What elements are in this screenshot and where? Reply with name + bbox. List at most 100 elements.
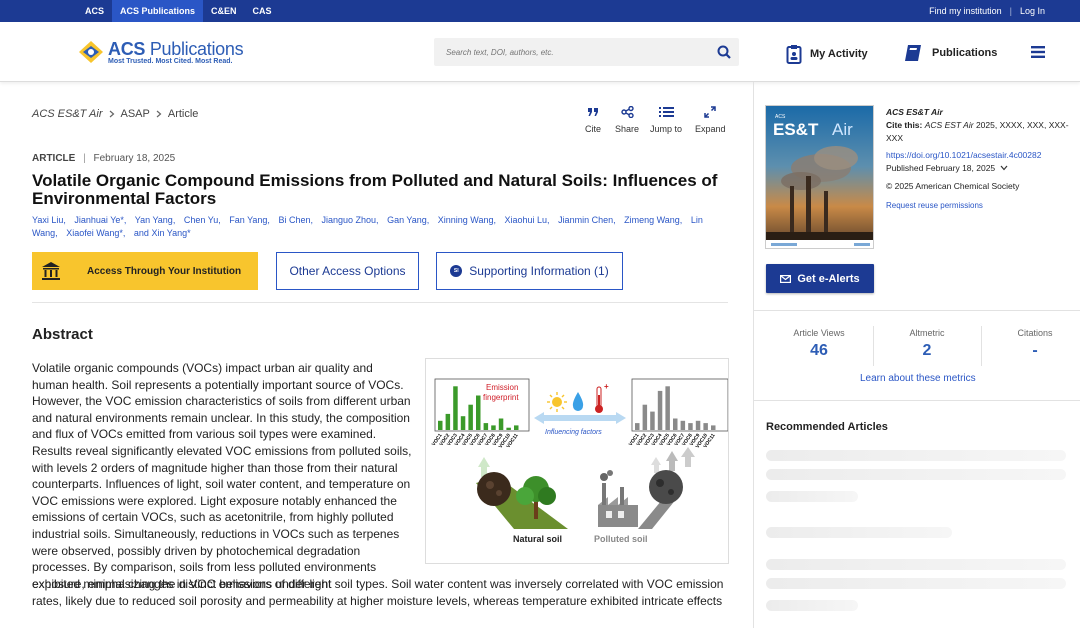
toc-bar xyxy=(438,420,443,430)
metric-value: 46 xyxy=(810,342,828,359)
natural-voc-labels: VOC1VOC2VOC3VOC4VOC5VOC6VOC7VOC8VOC9VOC1… xyxy=(431,433,520,450)
author-link[interactable]: Yaxi Liu, xyxy=(32,215,66,225)
search-input[interactable] xyxy=(434,38,704,66)
toc-bar xyxy=(673,418,678,430)
polluted-voc-labels: VOC1VOC2VOC3VOC4VOC5VOC6VOC7VOC8VOC9VOC1… xyxy=(628,433,717,450)
other-access-button[interactable]: Other Access Options xyxy=(276,252,419,290)
logo-tagline: Most Trusted. Most Cited. Most Read. xyxy=(108,57,233,65)
find-institution-link[interactable]: Find my institution xyxy=(929,6,1002,16)
breadcrumb-section[interactable]: ASAP xyxy=(121,108,150,120)
institution-icon xyxy=(42,262,60,280)
book-icon xyxy=(905,45,921,61)
loading-placeholder xyxy=(766,600,858,611)
recommended-heading: Recommended Articles xyxy=(766,421,888,433)
publications-link[interactable]: Publications xyxy=(904,44,997,62)
toc-bar xyxy=(506,427,511,430)
author-link[interactable]: Zimeng Wang, xyxy=(624,215,682,225)
author-link[interactable]: Xiaohui Lu, xyxy=(505,215,550,225)
top-link-acs-publications[interactable]: ACS Publications xyxy=(112,0,204,22)
chevron-down-icon xyxy=(1000,165,1007,171)
abstract-text-continued: exposure, emphasizing the distinct behav… xyxy=(32,577,724,608)
expand-icon xyxy=(704,106,717,118)
toc-bar xyxy=(483,423,489,430)
toc-bar xyxy=(657,390,663,430)
supporting-info-label: Supporting Information (1) xyxy=(469,264,609,278)
divider xyxy=(754,310,1080,311)
acs-publications-logo[interactable]: ACS Publications Most Trusted. Most Cite… xyxy=(77,38,244,66)
reuse-permissions-link[interactable]: Request reuse permissions xyxy=(886,201,983,210)
get-alerts-button[interactable]: Get e-Alerts xyxy=(766,264,874,293)
loading-placeholder xyxy=(766,527,952,538)
author-link[interactable]: and Xin Yang* xyxy=(134,228,191,238)
author-link[interactable]: Xiaofei Wang*, xyxy=(66,228,125,238)
journal-cover[interactable]: ACS ES&T Air xyxy=(765,105,874,249)
login-link[interactable]: Log In xyxy=(1020,6,1045,16)
divider xyxy=(754,400,1080,401)
si-badge-icon: SI xyxy=(450,265,463,277)
author-link[interactable]: Fan Yang, xyxy=(229,215,270,225)
author-link[interactable]: Jianmin Chen, xyxy=(558,215,616,225)
breadcrumb-journal[interactable]: ACS ES&T Air xyxy=(32,108,103,120)
metric-article-views: Article Views 46 xyxy=(764,328,874,360)
divider xyxy=(32,302,728,303)
cite-journal: ACS EST Air xyxy=(924,120,974,130)
list-icon xyxy=(658,107,674,117)
toc-bar xyxy=(460,416,466,430)
metric-label: Citations xyxy=(1017,328,1053,338)
jump-to-button[interactable]: Jump to xyxy=(650,106,682,134)
author-link[interactable]: Bi Chen, xyxy=(278,215,313,225)
article-meta: ARTICLE | February 18, 2025 xyxy=(32,153,175,164)
emission-arrow xyxy=(681,447,695,467)
author-list: Yaxi Liu, Jianhuai Ye*, Yan Yang, Chen Y… xyxy=(32,214,732,240)
my-activity-link[interactable]: My Activity xyxy=(786,44,868,64)
chevron-right-icon xyxy=(156,110,162,118)
author-link[interactable]: Xinning Wang, xyxy=(438,215,496,225)
cite-button[interactable]: Cite xyxy=(585,106,601,134)
search-icon[interactable] xyxy=(717,45,731,59)
share-button[interactable]: Share xyxy=(615,106,639,134)
toc-graphic-svg: VOC1VOC2VOC3VOC4VOC5VOC6VOC7VOC8VOC9VOC1… xyxy=(431,378,729,544)
author-link[interactable]: Jianguo Zhou, xyxy=(322,215,379,225)
toc-bar xyxy=(665,386,670,430)
published-date[interactable]: Published February 18, 2025 xyxy=(886,162,1076,175)
article-title: Volatile Organic Compound Emissions from… xyxy=(32,171,718,208)
author-link[interactable]: Yan Yang, xyxy=(135,215,176,225)
cover-est: ES&T xyxy=(773,120,819,139)
loading-placeholder xyxy=(766,469,1066,480)
loading-placeholder xyxy=(766,491,858,502)
separator: | xyxy=(83,153,86,164)
acs-logo-icon xyxy=(79,41,103,63)
toc-bar xyxy=(498,418,504,430)
polluted-soil-label: Polluted soil xyxy=(594,534,648,544)
hamburger-menu-icon[interactable] xyxy=(1031,46,1045,58)
top-link-acs[interactable]: ACS xyxy=(77,0,112,22)
share-label: Share xyxy=(615,124,640,134)
top-link-cen[interactable]: C&EN xyxy=(203,0,245,22)
author-link[interactable]: Gan Yang, xyxy=(387,215,429,225)
toc-bar xyxy=(711,425,716,430)
get-alerts-label: Get e-Alerts xyxy=(797,272,860,285)
site-header: ACS Publications Most Trusted. Most Cite… xyxy=(0,22,1080,82)
top-link-cas[interactable]: CAS xyxy=(245,0,280,22)
breadcrumb: ACS ES&T Air ASAP Article xyxy=(32,108,198,120)
author-link[interactable]: Chen Yu, xyxy=(184,215,221,225)
influencing-factors-label: Influencing factors xyxy=(545,429,602,436)
access-institution-button[interactable]: Access Through Your Institution xyxy=(32,252,258,290)
abstract-heading: Abstract xyxy=(32,326,93,343)
learn-metrics-link[interactable]: Learn about these metrics xyxy=(860,373,976,384)
top-right-links: Find my institution | Log In xyxy=(929,0,1045,22)
doi-link[interactable]: https://doi.org/10.1021/acsestair.4c0028… xyxy=(886,150,1041,160)
fingerprint-label: fingerprint xyxy=(483,393,519,402)
separator: | xyxy=(1009,6,1012,16)
expand-button[interactable]: Expand xyxy=(695,106,726,134)
author-link[interactable]: Jianhuai Ye*, xyxy=(74,215,126,225)
access-institution-label: Access Through Your Institution xyxy=(87,265,242,277)
natural-soil-label: Natural soil xyxy=(513,534,562,544)
cover-image: ACS ES&T Air xyxy=(766,106,873,248)
toc-graphic[interactable]: VOC1 VOC2 VOC3 VOC4 VOC5 VOC6 VOC7 VOC8 VOC9 VOC1… xyxy=(425,358,729,564)
share-icon xyxy=(620,106,634,118)
logo-acs: ACS xyxy=(108,38,146,59)
metric-altmetric: Altmetric 2 xyxy=(872,328,982,360)
supporting-info-button[interactable]: SI Supporting Information (1) xyxy=(436,252,623,290)
loading-placeholder xyxy=(766,559,1066,570)
